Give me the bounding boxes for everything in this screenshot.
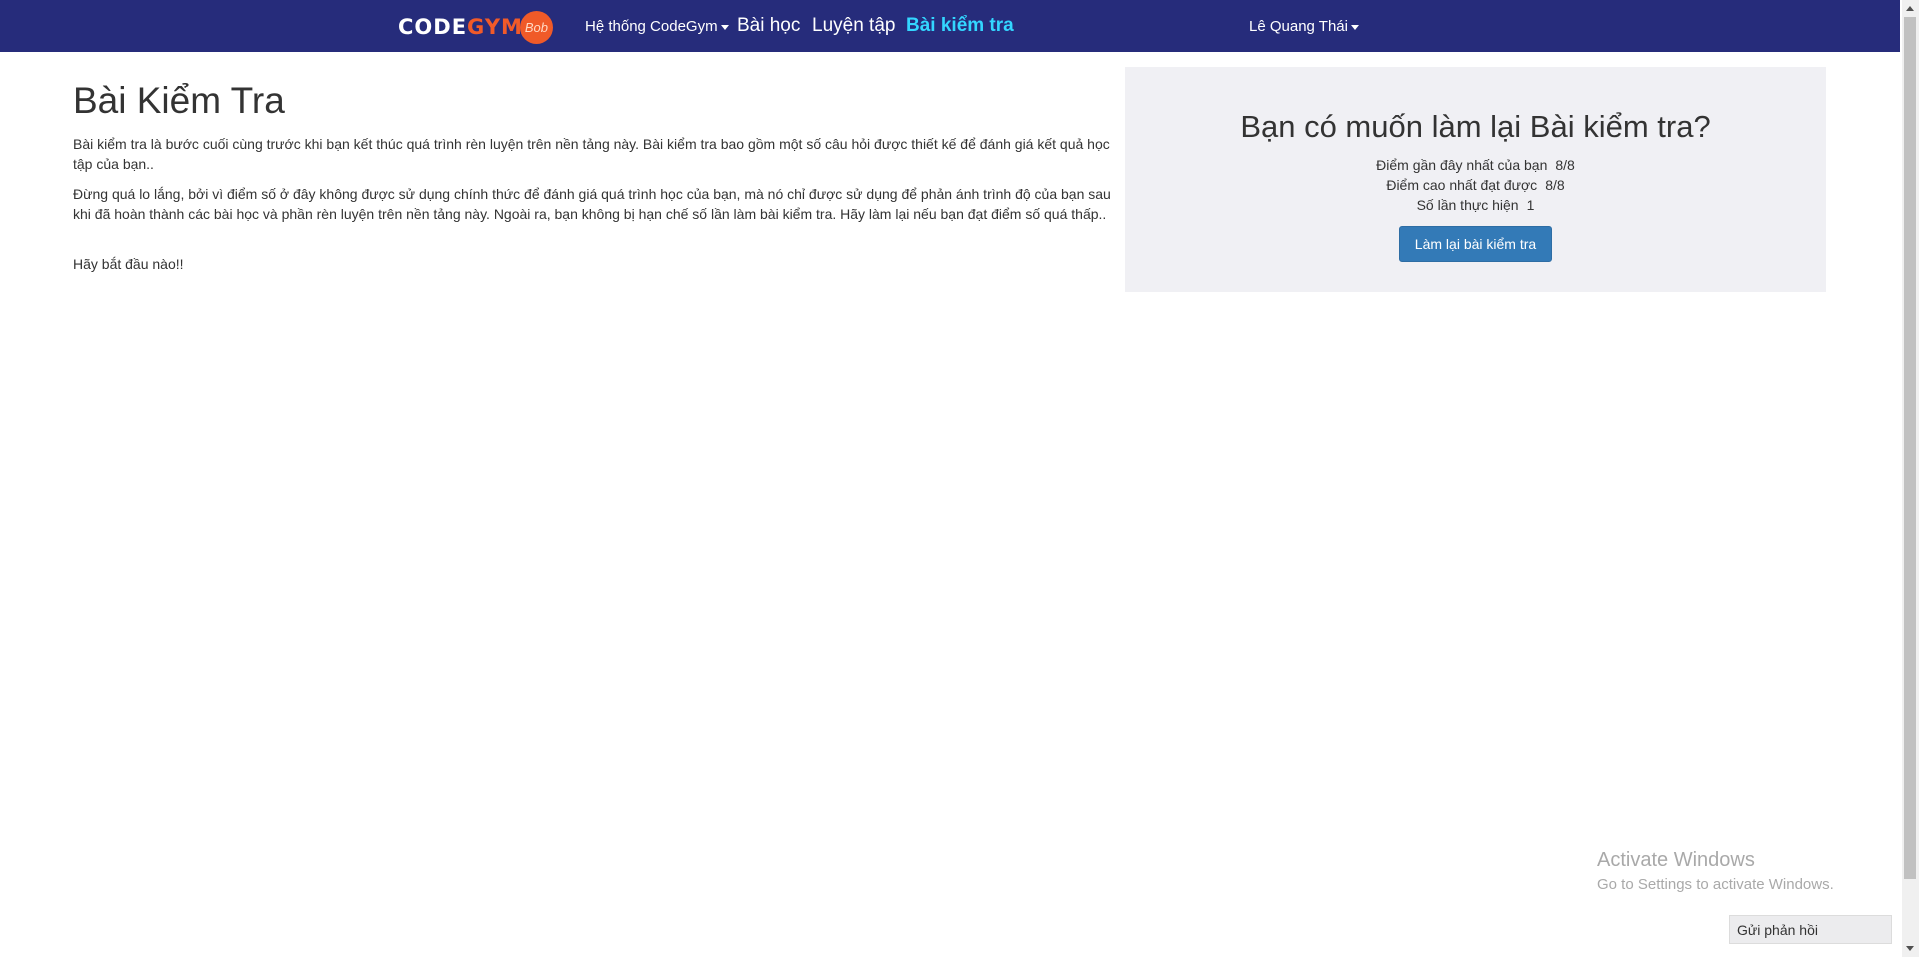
attempts-label: Số lần thực hiện (1416, 197, 1519, 213)
recent-score-value: 8/8 (1555, 157, 1575, 173)
retake-panel: Bạn có muốn làm lại Bài kiểm tra? Điểm g… (1125, 67, 1826, 292)
page-title: Bài Kiểm Tra (73, 80, 285, 121)
user-name-label: Lê Quang Thái (1249, 18, 1348, 35)
scroll-up-icon[interactable] (1906, 6, 1914, 11)
retake-title: Bạn có muốn làm lại Bài kiểm tra? (1240, 109, 1711, 144)
brand-badge: Bob (519, 10, 553, 44)
feedback-button[interactable]: Gửi phản hồi (1729, 915, 1892, 944)
info-paragraph: Đừng quá lo lắng, bởi vì điểm số ở đây k… (73, 186, 1111, 222)
best-score-value: 8/8 (1545, 177, 1565, 193)
nav-lessons[interactable]: Bài học (737, 15, 800, 37)
top-navbar: CODEGYM Bob Hệ thống CodeGym Bài học Luy… (0, 0, 1900, 52)
chevron-down-icon (720, 24, 729, 30)
vertical-scrollbar[interactable] (1902, 0, 1919, 957)
nav-system-label: Hệ thống CodeGym (585, 18, 718, 35)
nav-system-dropdown[interactable]: Hệ thống CodeGym (585, 18, 729, 35)
chevron-down-icon (1350, 24, 1359, 30)
activate-windows-subtitle: Go to Settings to activate Windows. (1597, 876, 1834, 893)
start-paragraph: Hãy bắt đầu nào!! (73, 256, 184, 272)
attempts-value: 1 (1526, 197, 1535, 213)
codegym-logo[interactable]: CODEGYM Bob (398, 10, 553, 44)
activate-windows-title: Activate Windows (1597, 849, 1755, 871)
retake-test-button[interactable]: Làm lại bài kiểm tra (1399, 226, 1552, 262)
scrollbar-thumb[interactable] (1904, 17, 1916, 879)
brand-wordmark-accent: GYM (467, 15, 523, 39)
nav-practice[interactable]: Luyện tập (812, 15, 895, 37)
brand-wordmark: CODEGYM (398, 15, 523, 39)
recent-score-label: Điểm gần đây nhất của bạn (1376, 157, 1548, 173)
intro-paragraph: Bài kiểm tra là bước cuối cùng trước khi… (73, 136, 1110, 172)
scroll-down-icon[interactable] (1906, 946, 1914, 951)
best-score-row: Điểm cao nhất đạt được 8/8 (1125, 175, 1826, 195)
attempts-row: Số lần thực hiện 1 (1125, 195, 1826, 215)
recent-score-row: Điểm gần đây nhất của bạn 8/8 (1125, 155, 1826, 175)
nav-test-active[interactable]: Bài kiểm tra (906, 15, 1014, 37)
best-score-label: Điểm cao nhất đạt được (1386, 177, 1538, 193)
user-menu-dropdown[interactable]: Lê Quang Thái (1249, 18, 1359, 35)
